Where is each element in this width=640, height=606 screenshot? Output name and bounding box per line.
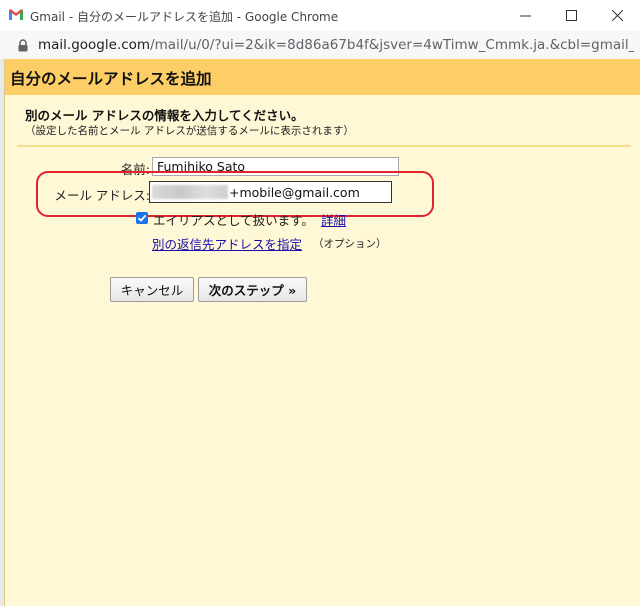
maximize-button[interactable]	[548, 0, 594, 31]
gmail-icon	[9, 9, 23, 20]
divider	[17, 145, 631, 147]
close-icon	[611, 10, 623, 21]
cancel-button[interactable]: キャンセル	[110, 277, 194, 302]
dialog-header: 自分のメールアドレスを追加	[5, 59, 640, 95]
reply-to-option-note: （オプション）	[313, 238, 387, 250]
details-link[interactable]: 詳細	[321, 210, 346, 229]
alias-checkbox[interactable]	[136, 212, 148, 224]
minimize-icon	[519, 15, 531, 17]
close-button[interactable]	[594, 0, 640, 31]
url-host: mail.google.com	[38, 37, 151, 53]
maximize-icon	[565, 10, 577, 21]
dialog-note: （設定した名前とメール アドレスが送信するメールに表示されます）	[25, 125, 354, 137]
checkmark-icon	[137, 214, 147, 222]
add-email-dialog: 自分のメールアドレスを追加 別のメール アドレスの情報を入力してください。 （設…	[4, 59, 640, 606]
alias-checkbox-label: エイリアスとして扱います。	[153, 213, 314, 228]
url-path: /mail/u/0/?ui=2&ik=8d86a67b4f&jsver=4wTi…	[150, 37, 634, 53]
browser-title-bar: Gmail - 自分のメールアドレスを追加 - Google Chrome	[0, 0, 640, 32]
dialog-title: 自分のメールアドレスを追加	[10, 70, 212, 88]
url-text[interactable]: mail.google.com/mail/u/0/?ui=2&ik=8d86a6…	[38, 37, 634, 53]
window-title: Gmail - 自分のメールアドレスを追加 - Google Chrome	[30, 10, 339, 24]
minimize-button[interactable]	[502, 0, 548, 31]
dialog-subtitle: 別のメール アドレスの情報を入力してください。	[25, 108, 304, 123]
address-bar[interactable]: mail.google.com/mail/u/0/?ui=2&ik=8d86a6…	[0, 31, 640, 60]
next-step-button[interactable]: 次のステップ »	[198, 277, 307, 302]
lock-icon	[18, 39, 28, 52]
reply-to-link[interactable]: 別の返信先アドレスを指定	[152, 234, 302, 253]
